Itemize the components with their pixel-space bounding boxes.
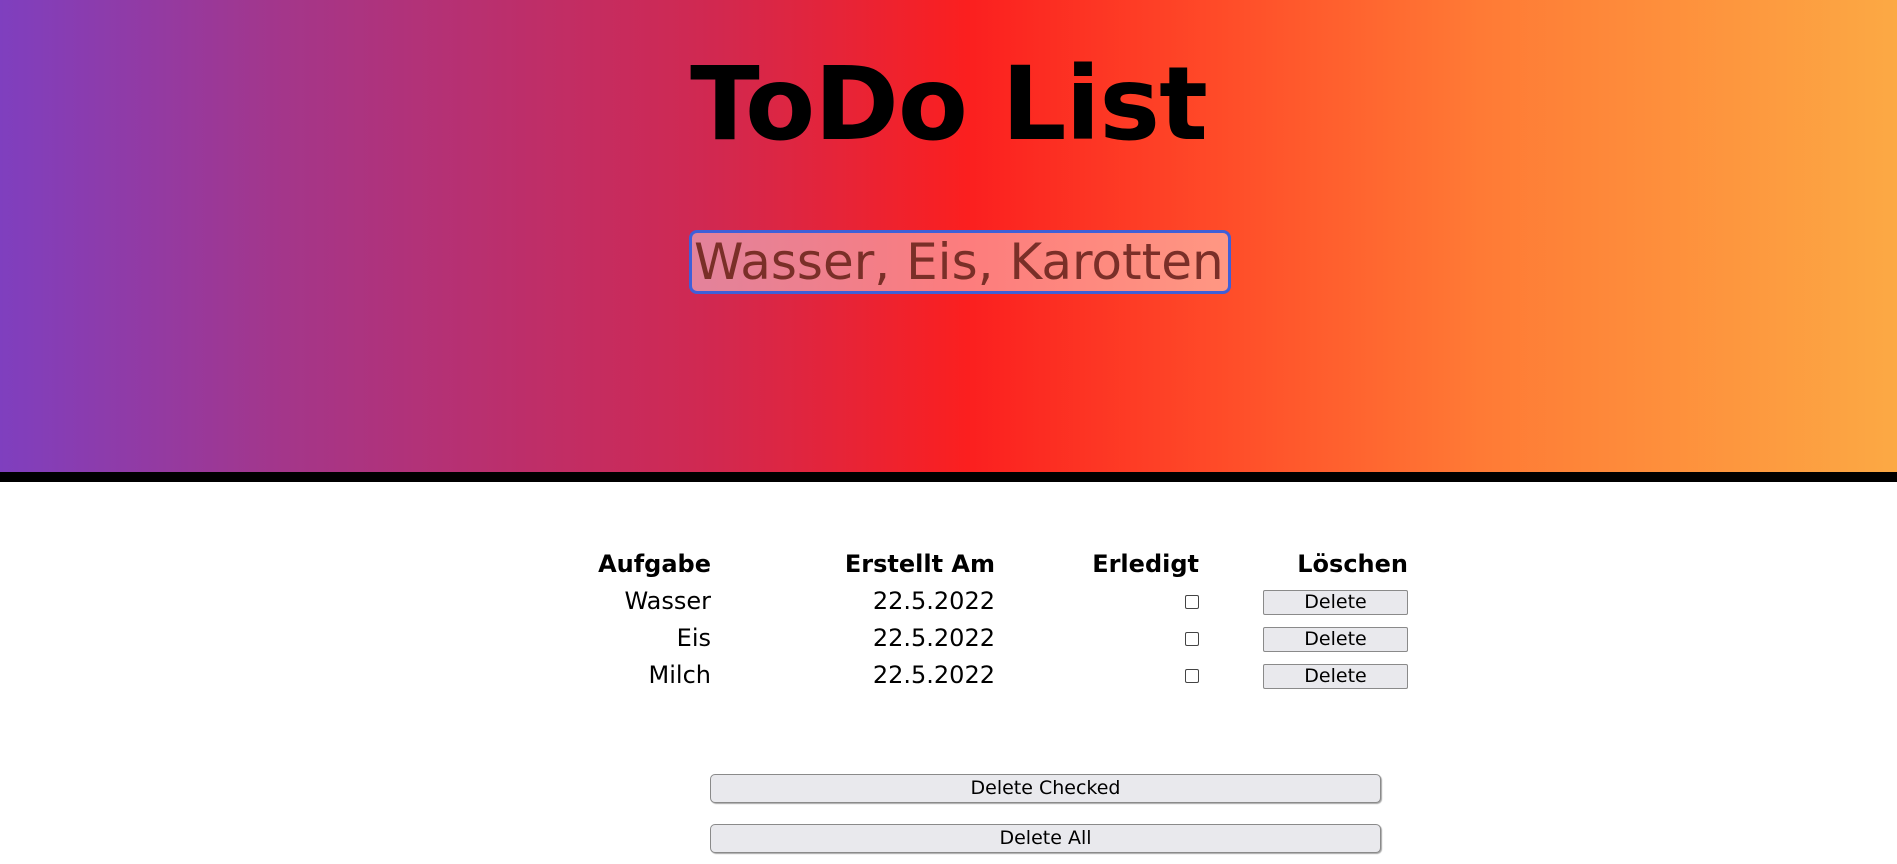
- task-done-cell: [995, 657, 1199, 694]
- done-checkbox[interactable]: [1185, 632, 1199, 646]
- todo-table: Aufgabe Erstellt Am Erledigt Löschen Was…: [598, 546, 1408, 694]
- done-checkbox[interactable]: [1185, 595, 1199, 609]
- column-header-created: Erstellt Am: [844, 550, 995, 578]
- task-input[interactable]: [689, 230, 1231, 294]
- task-delete-cell: Delete: [1199, 620, 1408, 657]
- delete-button[interactable]: Delete: [1263, 589, 1408, 615]
- delete-all-button[interactable]: Delete All: [710, 824, 1381, 853]
- table-row: Milch 22.5.2022 Delete: [598, 657, 1408, 694]
- delete-button[interactable]: Delete: [1263, 663, 1408, 689]
- column-header-done: Erledigt: [1092, 550, 1199, 578]
- task-delete-cell: Delete: [1199, 657, 1408, 694]
- task-created-date: 22.5.2022: [872, 624, 995, 652]
- task-done-cell: [995, 620, 1199, 657]
- task-delete-cell: Delete: [1199, 583, 1408, 620]
- table-row: Wasser 22.5.2022 Delete: [598, 583, 1408, 620]
- task-name: Wasser: [624, 587, 711, 615]
- column-header-delete: Löschen: [1297, 550, 1408, 578]
- todo-table-container: Aufgabe Erstellt Am Erledigt Löschen Was…: [598, 546, 1408, 694]
- delete-button[interactable]: Delete: [1263, 626, 1408, 652]
- task-created-date: 22.5.2022: [872, 587, 995, 615]
- task-name: Eis: [676, 624, 711, 652]
- task-done-cell: [995, 583, 1199, 620]
- delete-checked-button[interactable]: Delete Checked: [710, 774, 1381, 803]
- column-header-task: Aufgabe: [598, 550, 711, 578]
- task-name: Milch: [648, 661, 711, 689]
- table-row: Eis 22.5.2022 Delete: [598, 620, 1408, 657]
- done-checkbox[interactable]: [1185, 669, 1199, 683]
- table-header-row: Aufgabe Erstellt Am Erledigt Löschen: [598, 546, 1408, 583]
- page-title: ToDo List: [690, 45, 1208, 164]
- task-created-date: 22.5.2022: [872, 661, 995, 689]
- header-banner: ToDo List: [0, 0, 1897, 482]
